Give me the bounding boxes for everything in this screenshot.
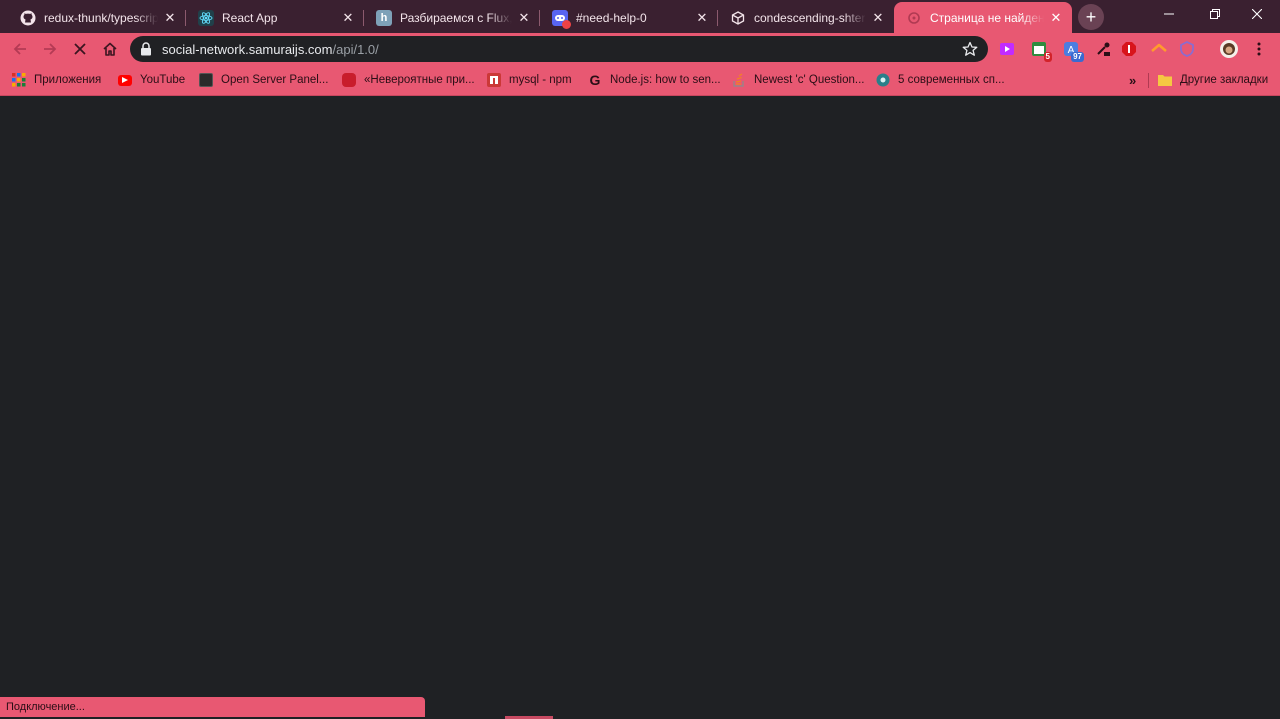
- stop-icon: [74, 43, 86, 55]
- eyedropper-extension-icon[interactable]: [1094, 40, 1112, 58]
- tab-title: React App: [222, 10, 278, 25]
- stackoverflow-icon: [732, 73, 746, 87]
- vpn-extension-icon[interactable]: [1150, 40, 1168, 58]
- forward-button[interactable]: [36, 35, 64, 63]
- globe-icon: [876, 73, 890, 87]
- extension-badge: 97: [1071, 52, 1084, 62]
- status-bubble: Подключение...: [0, 697, 425, 717]
- close-icon: [1252, 9, 1262, 19]
- close-tab-icon[interactable]: ✕: [1048, 10, 1064, 26]
- codesandbox-icon: [730, 10, 746, 26]
- restore-icon: [1210, 9, 1220, 19]
- back-arrow-icon: [13, 43, 26, 55]
- status-text: Подключение...: [6, 701, 85, 713]
- bookmark-label: YouTube: [140, 74, 186, 86]
- minimize-icon: [1164, 13, 1174, 15]
- bookmark-youtube[interactable]: YouTube: [118, 71, 185, 89]
- bookmarks-divider: [1148, 73, 1149, 88]
- page-content: [0, 96, 1280, 719]
- apps-icon: [12, 73, 26, 87]
- lock-icon: [140, 42, 154, 56]
- plus-icon: +: [1085, 7, 1097, 27]
- minimize-button[interactable]: [1146, 0, 1192, 28]
- server-icon: [199, 73, 213, 87]
- discord-icon: [552, 9, 571, 29]
- tab-strip: redux-thunk/typescript ✕ React App ✕ h Р…: [0, 0, 1280, 33]
- bookmarks-bar: Приложения YouTube Open Server Panel... …: [0, 65, 1280, 96]
- bookmark-apps[interactable]: Приложения: [12, 71, 101, 89]
- google-icon: G: [589, 72, 601, 88]
- tab-page-not-found[interactable]: Страница не найдена ✕: [894, 2, 1072, 33]
- url-host: social-network.samuraijs.com: [162, 41, 333, 57]
- page-icon: [906, 10, 922, 26]
- close-tab-icon[interactable]: ✕: [162, 10, 178, 26]
- tab-title: #need-help-0: [576, 10, 647, 25]
- url-text: social-network.samuraijs.com/api/1.0/: [162, 42, 379, 57]
- other-bookmarks-label: Другие закладки: [1180, 74, 1269, 86]
- bookmark-star-icon[interactable]: [962, 41, 978, 57]
- github-icon: [20, 10, 36, 26]
- bookmark-label: mysql - npm: [509, 74, 572, 86]
- url-path: /api/1.0/: [332, 41, 379, 57]
- bookmark-label: «Невероятные при...: [364, 74, 475, 86]
- more-bookmarks-button[interactable]: »: [1129, 71, 1136, 89]
- tab-need-help[interactable]: #need-help-0 ✕: [540, 2, 718, 33]
- video-extension-icon[interactable]: [998, 40, 1016, 58]
- bookmark-nodejs[interactable]: G Node.js: how to sen...: [588, 71, 721, 89]
- translate-extension-icon[interactable]: A 97: [1062, 40, 1084, 62]
- close-tab-icon[interactable]: ✕: [340, 10, 356, 26]
- bookmark-five-modern[interactable]: 5 современных сп...: [876, 71, 1005, 89]
- tab-redux-thunk[interactable]: redux-thunk/typescript ✕: [8, 2, 186, 33]
- restore-button[interactable]: [1192, 0, 1238, 28]
- address-bar[interactable]: social-network.samuraijs.com/api/1.0/: [130, 36, 988, 62]
- bookmark-label: Node.js: how to sen...: [610, 74, 721, 86]
- react-icon: [198, 9, 214, 26]
- home-button[interactable]: [96, 35, 124, 63]
- home-icon: [103, 42, 117, 56]
- bookmark-stackoverflow[interactable]: Newest 'c' Question...: [732, 71, 865, 89]
- shield-extension-icon[interactable]: [1178, 40, 1196, 58]
- tab-codesandbox[interactable]: condescending-shtern ✕: [718, 2, 894, 33]
- bookmark-label: Open Server Panel...: [221, 74, 329, 86]
- bookmark-label: Приложения: [34, 74, 102, 86]
- other-bookmarks-folder[interactable]: Другие закладки: [1158, 71, 1268, 89]
- stop-loading-button[interactable]: [66, 35, 94, 63]
- bookmark-open-server[interactable]: Open Server Panel...: [199, 71, 328, 89]
- folder-icon: [1158, 73, 1172, 87]
- adblock-extension-icon[interactable]: [1120, 40, 1138, 58]
- extension-badge: 5: [1043, 52, 1052, 62]
- toolbar: social-network.samuraijs.com/api/1.0/ 5 …: [0, 33, 1280, 65]
- bookmark-incredible[interactable]: «Невероятные при...: [342, 71, 475, 89]
- close-window-button[interactable]: [1234, 0, 1280, 28]
- tab-title: Разбираемся с Flux, ре: [400, 10, 512, 25]
- close-tab-icon[interactable]: ✕: [516, 10, 532, 26]
- close-tab-icon[interactable]: ✕: [870, 10, 886, 26]
- forward-arrow-icon: [44, 43, 57, 55]
- npm-icon: [487, 73, 501, 87]
- close-tab-icon[interactable]: ✕: [694, 10, 710, 26]
- tab-title: condescending-shtern: [754, 10, 866, 25]
- bookmark-label: Newest 'c' Question...: [754, 74, 865, 86]
- habr-icon: h: [376, 9, 392, 26]
- tab-react-app[interactable]: React App ✕: [186, 2, 364, 33]
- bookmark-red-icon: [342, 73, 356, 87]
- tab-title: Страница не найдена: [930, 10, 1044, 25]
- tab-habr-flux[interactable]: h Разбираемся с Flux, ре ✕: [364, 2, 540, 33]
- chevron-double-right-icon: »: [1129, 72, 1137, 88]
- back-button[interactable]: [6, 35, 34, 63]
- youtube-icon: [118, 74, 132, 86]
- menu-kebab-icon[interactable]: [1250, 40, 1268, 58]
- bookmark-label: 5 современных сп...: [898, 74, 1005, 86]
- calendar-extension-icon[interactable]: 5: [1030, 40, 1052, 62]
- new-tab-button[interactable]: +: [1078, 4, 1104, 30]
- bookmark-mysql-npm[interactable]: mysql - npm: [487, 71, 572, 89]
- profile-avatar[interactable]: [1220, 40, 1238, 58]
- tab-title: redux-thunk/typescript: [44, 10, 158, 25]
